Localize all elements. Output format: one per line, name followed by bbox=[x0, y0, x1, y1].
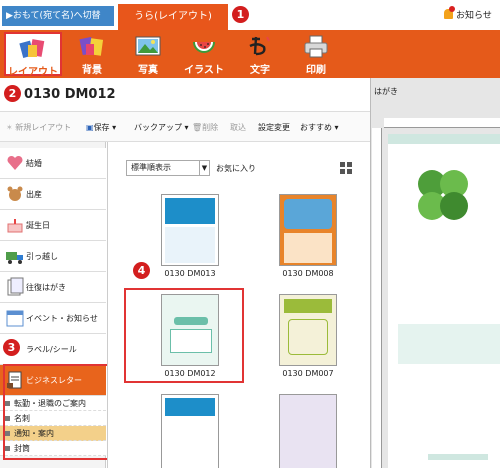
layout-icon bbox=[19, 36, 47, 62]
category-reply-postcard[interactable]: 往復はがき bbox=[0, 272, 106, 303]
horizontal-ruler bbox=[384, 118, 500, 128]
save-button[interactable]: ▣保存 ▾ bbox=[86, 122, 116, 133]
template-thumbnail[interactable] bbox=[161, 194, 219, 266]
category-event[interactable]: イベント・お知らせ bbox=[0, 303, 106, 334]
vertical-ruler bbox=[372, 128, 382, 468]
toolbar-photo-button[interactable]: 写真 bbox=[120, 32, 176, 76]
front-side-tab[interactable]: ▶おもて(宛て名)へ切替 bbox=[2, 6, 114, 26]
postcard-icon bbox=[7, 277, 24, 296]
favorites-toggle[interactable]: お気に入り bbox=[216, 163, 256, 174]
new-layout-label: 新規レイアウト bbox=[15, 123, 72, 132]
toolbar-layout-label: レイアウト bbox=[8, 67, 58, 78]
truck-icon bbox=[6, 252, 23, 264]
category-birthday[interactable]: 誕生日 bbox=[0, 210, 106, 241]
clover-icon bbox=[418, 170, 468, 220]
save-icon: ▣ bbox=[86, 123, 94, 132]
calendar-icon bbox=[6, 310, 24, 327]
template-thumbnail[interactable] bbox=[161, 394, 219, 468]
delete-button[interactable]: 🗑削除 bbox=[192, 122, 218, 133]
toolbar-text-button[interactable]: 文字 bbox=[232, 32, 288, 76]
category-birth[interactable]: 出産 bbox=[0, 179, 106, 210]
template-thumbnail[interactable] bbox=[279, 194, 337, 266]
template-thumbnail[interactable] bbox=[279, 394, 337, 468]
template-name: 0130 DM007 bbox=[282, 369, 334, 378]
backup-button[interactable]: バックアップ ▾ bbox=[134, 122, 189, 133]
delete-label: 削除 bbox=[202, 123, 219, 132]
save-label: 保存 bbox=[93, 123, 110, 132]
new-layout-icon: ✶ bbox=[6, 123, 16, 132]
trash-icon: 🗑 bbox=[192, 123, 203, 132]
toolbar-print-label: 印刷 bbox=[306, 65, 326, 76]
printer-icon bbox=[302, 34, 330, 60]
notice-button[interactable]: お知らせ bbox=[444, 6, 492, 21]
chevron-down-icon: ▼ bbox=[199, 161, 209, 175]
toolbar-text-label: 文字 bbox=[250, 65, 270, 76]
preview-label: はがき bbox=[374, 87, 398, 96]
toolbar-print-button[interactable]: 印刷 bbox=[288, 32, 344, 76]
category-wedding[interactable]: 結婚 bbox=[0, 148, 106, 179]
toolbar-background-label: 背景 bbox=[82, 65, 102, 76]
template-thumbnail[interactable] bbox=[279, 294, 337, 366]
category-label: 往復はがき bbox=[26, 283, 66, 292]
cake-icon bbox=[7, 219, 23, 233]
sort-select[interactable]: 標準順表示 ▼ bbox=[126, 160, 210, 176]
toolbar-layout-button[interactable]: レイアウト bbox=[4, 32, 62, 78]
bear-icon bbox=[7, 186, 23, 201]
category-label-sticker[interactable]: 3 ラベル/シール bbox=[0, 334, 106, 365]
notice-label: お知らせ bbox=[456, 11, 492, 21]
recommend-button[interactable]: おすすめ ▾ bbox=[300, 122, 339, 133]
card-preview[interactable] bbox=[388, 134, 500, 468]
toolbar-photo-label: 写真 bbox=[138, 65, 158, 76]
recommend-label: おすすめ bbox=[300, 123, 332, 132]
illustration-icon bbox=[190, 34, 218, 60]
bell-icon bbox=[444, 6, 455, 19]
backup-label: バックアップ bbox=[134, 123, 182, 132]
document-title-bar: 2 0130 DM012 bbox=[0, 78, 370, 112]
template-name: 0130 DM013 bbox=[164, 269, 216, 278]
category-label: イベント・お知らせ bbox=[26, 314, 98, 323]
category-label: 引っ越し bbox=[26, 252, 58, 261]
settings-button[interactable]: 設定変更 bbox=[258, 122, 290, 133]
toolbar-background-button[interactable]: 背景 bbox=[64, 32, 120, 76]
business-letter-highlight bbox=[3, 364, 113, 460]
import-button[interactable]: 取込 bbox=[230, 122, 246, 133]
main-toolbar: レイアウト 背景 写真 イラスト 文字 印刷 bbox=[0, 30, 500, 78]
callout-badge-2: 2 bbox=[4, 85, 21, 102]
callout-badge-1: 1 bbox=[232, 6, 249, 23]
new-layout-button[interactable]: ✶ 新規レイアウト bbox=[6, 122, 71, 133]
selected-template-highlight bbox=[124, 288, 244, 383]
heart-icon bbox=[7, 155, 23, 170]
category-label: 結婚 bbox=[26, 159, 42, 168]
callout-badge-3: 3 bbox=[3, 339, 20, 356]
grid-view-icon[interactable] bbox=[340, 162, 352, 174]
action-bar: ✶ 新規レイアウト ▣保存 ▾ バックアップ ▾ 🗑削除 取込 設定変更 おすす… bbox=[0, 112, 370, 142]
toolbar-illustration-label: イラスト bbox=[184, 65, 224, 76]
background-icon bbox=[78, 34, 106, 60]
category-label: 誕生日 bbox=[26, 221, 50, 230]
template-name: 0130 DM008 bbox=[282, 269, 334, 278]
toolbar-illustration-button[interactable]: イラスト bbox=[176, 32, 232, 76]
top-tab-row: ▶おもて(宛て名)へ切替 うら(レイアウト) 1 お知らせ bbox=[0, 0, 500, 30]
category-moving[interactable]: 引っ越し bbox=[0, 241, 106, 272]
text-icon bbox=[246, 34, 274, 60]
callout-badge-4: 4 bbox=[133, 262, 150, 279]
back-side-tab[interactable]: うら(レイアウト) bbox=[118, 4, 228, 30]
category-label: 出産 bbox=[26, 190, 42, 199]
photo-icon bbox=[134, 34, 162, 60]
sort-select-value: 標準順表示 bbox=[131, 163, 171, 172]
category-label: ラベル/シール bbox=[26, 345, 77, 354]
page-title: 0130 DM012 bbox=[24, 87, 116, 102]
